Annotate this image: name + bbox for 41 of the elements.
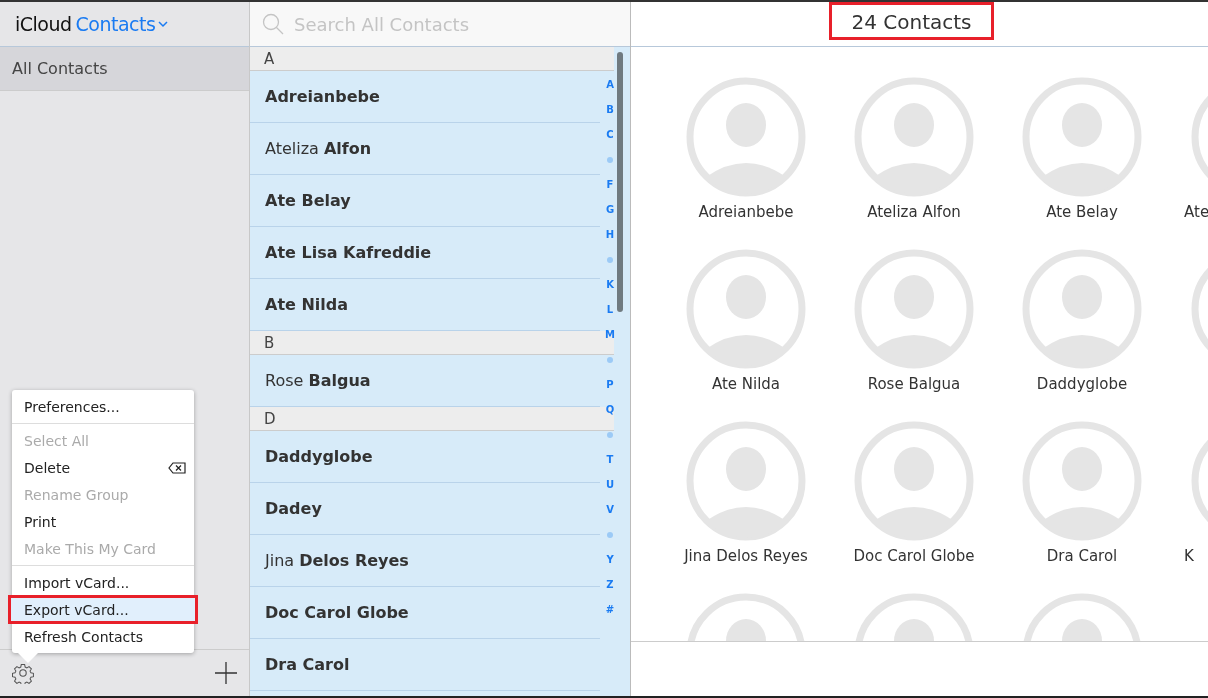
avatar-icon: [1022, 248, 1142, 369]
chevron-icon: [158, 20, 169, 28]
index-dot[interactable]: [607, 531, 613, 538]
index-dot[interactable]: [607, 256, 613, 263]
avatar-icon: [686, 248, 806, 369]
index-dot[interactable]: [607, 356, 613, 363]
contact-name[interactable]: Ate: [1184, 202, 1208, 221]
menu-item[interactable]: Import vCard...: [12, 569, 194, 596]
avatar-icon: [686, 76, 806, 197]
contact-name[interactable]: Rose Balgua: [867, 374, 961, 393]
contact-name[interactable]: Dra Carol: [1046, 546, 1118, 565]
contact-name[interactable]: Ate Nilda: [711, 374, 781, 393]
menu-item[interactable]: Print: [12, 508, 194, 535]
avatar-icon: [854, 76, 974, 197]
avatar-icon: [854, 420, 974, 541]
menu-item[interactable]: Delete: [12, 454, 194, 481]
avatar-icon: [854, 248, 974, 369]
avatar-icon: [686, 420, 806, 541]
add-icon[interactable]: [215, 662, 237, 684]
settings-icon[interactable]: [12, 662, 34, 684]
contact-count: 24 Contacts: [829, 2, 994, 40]
search-icon: [262, 13, 284, 35]
contact-name[interactable]: Daddyglobe: [1036, 374, 1128, 393]
backspace-icon: [168, 461, 186, 474]
avatar-icon: [1022, 76, 1142, 197]
avatar-icon: [1022, 420, 1142, 541]
section-header: A: [250, 47, 614, 71]
menu-item[interactable]: Preferences...: [12, 393, 194, 420]
contact-name[interactable]: Doc Carol Globe: [853, 546, 975, 565]
index-dot[interactable]: [607, 156, 613, 163]
contact-name[interactable]: K: [1184, 546, 1194, 565]
scrollbar[interactable]: [617, 52, 623, 312]
contact-name[interactable]: Ateliza Alfon: [867, 202, 961, 221]
index-dot[interactable]: [607, 431, 613, 438]
menu-item[interactable]: Export vCard...: [9, 596, 197, 623]
app-title: iCloud: [15, 13, 72, 35]
group-item[interactable]: All Contacts: [0, 47, 249, 91]
menu-item[interactable]: Refresh Contacts: [12, 623, 194, 650]
contact-name[interactable]: Jina Delos Reyes: [684, 546, 808, 565]
contact-name[interactable]: Adreianbebe: [698, 202, 794, 221]
contact-name[interactable]: Ate Belay: [1046, 202, 1118, 221]
